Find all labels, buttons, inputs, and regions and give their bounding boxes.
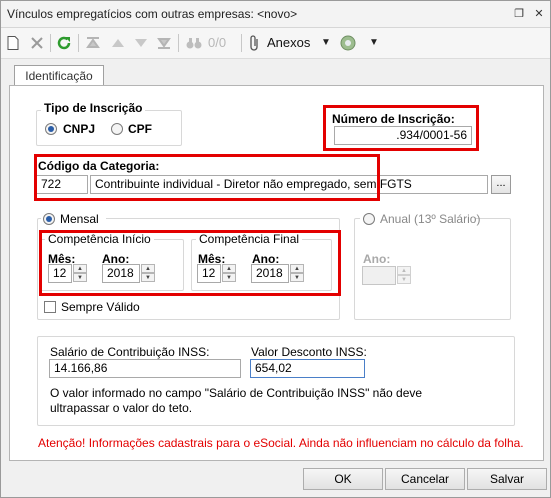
cpf-radio[interactable]: [111, 123, 123, 135]
restore-icon[interactable]: ❐: [511, 6, 527, 22]
final-mes-input[interactable]: 12: [197, 264, 221, 283]
inicio-ano-input[interactable]: 2018: [102, 264, 140, 283]
globe-dropdown-icon[interactable]: ▼: [369, 34, 379, 52]
sempre-valido-label: Sempre Válido: [61, 300, 140, 314]
page-counter: 0/0: [208, 35, 227, 50]
categoria-code-input[interactable]: 722: [36, 175, 88, 194]
competencia-inicio-label: Competência Início: [45, 232, 154, 246]
mensal-radio[interactable]: [43, 213, 55, 225]
anual-label: Anual (13º Salário): [380, 212, 481, 226]
title-bar: Vínculos empregatícios com outras empres…: [1, 1, 550, 28]
cnpj-label: CNPJ: [63, 122, 96, 136]
desconto-label: Valor Desconto INSS:: [251, 345, 367, 359]
inicio-ano-spinner[interactable]: ▲ ▼: [141, 264, 155, 283]
final-mes-spinner[interactable]: ▲ ▼: [222, 264, 236, 283]
tipo-inscricao-label: Tipo de Inscrição: [41, 101, 146, 115]
attachments-dropdown-icon[interactable]: ▼: [321, 34, 331, 52]
tipo-inscricao-group: [36, 110, 182, 146]
categoria-description-input[interactable]: Contribuinte individual - Diretor não em…: [90, 175, 488, 194]
globe-icon[interactable]: [339, 34, 357, 52]
competencia-final-label: Competência Final: [196, 232, 303, 246]
salario-input[interactable]: 14.166,86: [49, 359, 241, 378]
cnpj-radio[interactable]: [45, 123, 57, 135]
sempre-valido-checkbox[interactable]: [44, 301, 56, 313]
anual-ano-label: Ano:: [363, 252, 391, 266]
cancel-button[interactable]: Cancelar: [385, 468, 465, 490]
dialog-window: Vínculos empregatícios com outras empres…: [0, 0, 551, 498]
anual-ano-spinner: ▲ ▼: [397, 266, 411, 285]
tab-identificacao[interactable]: Identificação: [14, 65, 104, 86]
new-document-icon[interactable]: [7, 36, 19, 50]
next-record-icon[interactable]: [134, 36, 148, 50]
inicio-mes-input[interactable]: 12: [48, 264, 72, 283]
inicio-mes-spinner[interactable]: ▲ ▼: [73, 264, 87, 283]
save-button[interactable]: Salvar: [467, 468, 547, 490]
categoria-label: Código da Categoria:: [38, 159, 160, 173]
anual-radio[interactable]: [363, 213, 375, 225]
teto-note: O valor informado no campo "Salário de C…: [50, 386, 423, 415]
esocial-warning: Atenção! Informações cadastrais para o e…: [38, 436, 524, 450]
last-record-icon[interactable]: [157, 36, 171, 50]
numero-inscricao-input[interactable]: .934/0001-56: [334, 126, 472, 145]
refresh-icon[interactable]: [56, 35, 72, 51]
previous-record-icon[interactable]: [111, 36, 125, 50]
window-title: Vínculos empregatícios com outras empres…: [7, 7, 298, 21]
cpf-label: CPF: [128, 122, 152, 136]
close-icon[interactable]: ✕: [531, 6, 547, 22]
attachments-button[interactable]: Anexos: [267, 34, 310, 52]
categoria-lookup-button[interactable]: ...: [491, 175, 511, 194]
salario-label: Salário de Contribuição INSS:: [50, 345, 210, 359]
tab-strip: Identificação: [1, 59, 550, 86]
anual-ano-input: [362, 266, 396, 285]
final-ano-input[interactable]: 2018: [251, 264, 289, 283]
desconto-input[interactable]: 654,02: [250, 359, 365, 378]
ok-button[interactable]: OK: [303, 468, 383, 490]
paperclip-icon[interactable]: [249, 35, 261, 51]
delete-icon[interactable]: [30, 36, 44, 50]
binoculars-icon[interactable]: [186, 36, 202, 50]
first-record-icon[interactable]: [86, 36, 100, 50]
final-ano-spinner[interactable]: ▲ ▼: [290, 264, 304, 283]
numero-inscricao-label: Número de Inscrição:: [332, 112, 455, 126]
mensal-label: Mensal: [60, 212, 99, 226]
toolbar: 0/0 Anexos ▼ ▼: [1, 28, 550, 59]
identificacao-panel: Tipo de Inscrição CNPJ CPF Número de Ins…: [9, 85, 544, 461]
